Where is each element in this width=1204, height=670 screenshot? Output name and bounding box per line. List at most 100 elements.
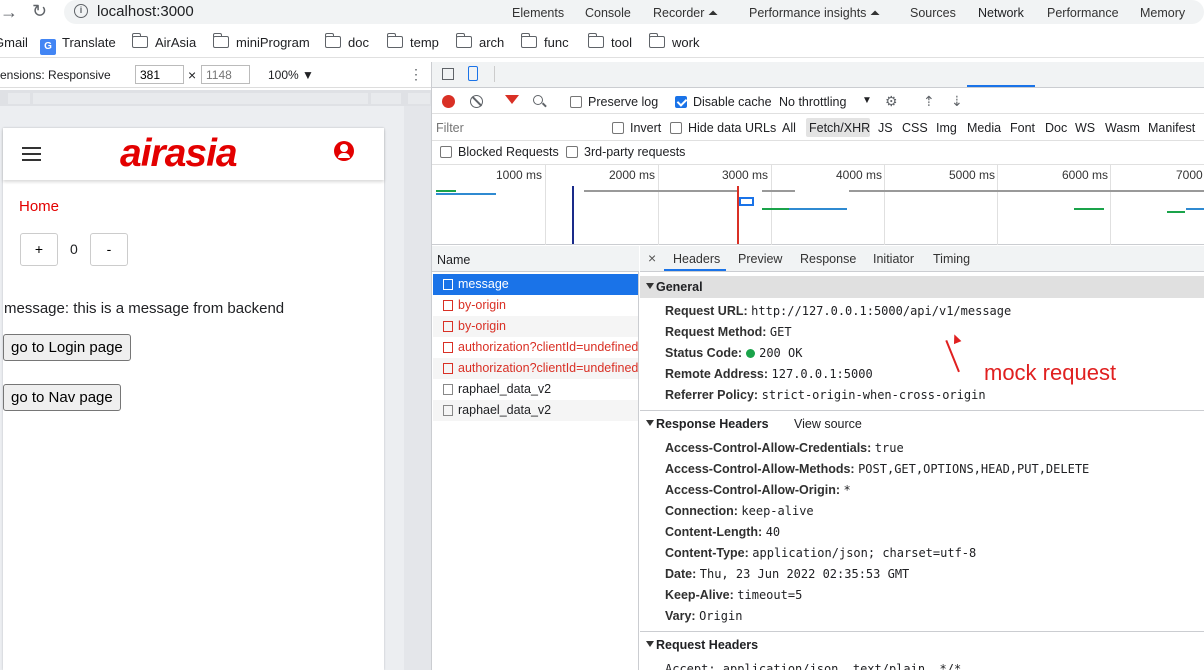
ruler-segment[interactable] [8,93,30,104]
inspect-element-icon[interactable] [442,68,454,80]
tab-sources[interactable]: Sources [910,6,956,20]
close-icon[interactable]: × [648,250,656,266]
more-options-icon[interactable]: ⋮ [409,66,423,83]
request-row[interactable]: authorization?clientId=undefined [433,358,638,379]
filter-type-wasm[interactable]: Wasm [1105,121,1140,135]
device-toggle-icon[interactable] [468,66,478,81]
decrement-button[interactable]: - [90,233,128,266]
bookmark-tool[interactable]: tool [587,33,632,50]
omnibox[interactable] [64,0,1204,24]
ruler-segment[interactable] [371,93,401,104]
search-icon[interactable] [533,95,543,105]
collapse-triangle-icon [646,283,654,289]
back-arrow-icon[interactable]: → [0,2,18,23]
device-height-input[interactable] [201,65,250,84]
filter-type-css[interactable]: CSS [902,121,928,135]
resize-gutter[interactable] [404,106,431,670]
dimension-separator: × [188,67,197,83]
url-text[interactable]: localhost:3000 [97,3,194,20]
filter-input[interactable] [436,119,598,137]
tab-timing[interactable]: Timing [933,252,970,266]
tab-initiator[interactable]: Initiator [873,252,914,266]
bookmark-func[interactable]: func [520,33,569,50]
airasia-logo[interactable]: airasia [120,132,238,176]
request-row[interactable]: by-origin [433,316,638,337]
preserve-log-checkbox[interactable] [570,96,582,108]
go-to-login-button[interactable]: go to Login page [3,334,131,361]
tab-preview[interactable]: Preview [738,252,782,266]
tab-performance-insights[interactable]: Performance insights ⏶ [749,6,880,21]
ruler-segment[interactable] [408,93,430,104]
device-width-input[interactable] [135,65,184,84]
filter-type-manifest[interactable]: Manifest [1148,121,1195,135]
filter-type-fetch-xhr[interactable]: Fetch/XHR [809,121,870,135]
filter-type-media[interactable]: Media [967,121,1001,135]
name-column-header[interactable]: Name [437,253,470,267]
tab-divider [494,66,495,82]
timeline-tick-label: 7000 [1176,168,1203,182]
bookmark-temp[interactable]: temp [386,33,439,50]
filter-type-js[interactable]: JS [878,121,893,135]
filter-type-all[interactable]: All [782,121,796,135]
filter-type-img[interactable]: Img [936,121,957,135]
site-info-icon[interactable]: i [74,4,88,18]
tab-elements[interactable]: Elements [512,6,564,20]
tab-recorder[interactable]: Recorder ⏶ [653,6,718,21]
tab-performance[interactable]: Performance [1047,6,1119,20]
disable-cache-checkbox[interactable] [675,96,687,108]
bookmark-translate[interactable]: G Translate [40,35,116,55]
reload-icon[interactable]: ↻ [32,1,47,22]
request-row[interactable]: by-origin [433,295,638,316]
google-translate-icon: G [40,39,56,55]
export-har-icon[interactable]: ⇣ [951,93,963,110]
header-row: Keep-Alive: timeout=5 [665,588,803,602]
filter-type-doc[interactable]: Doc [1045,121,1067,135]
invert-checkbox[interactable] [612,122,624,134]
network-conditions-icon[interactable]: ⚙ [885,93,898,110]
tab-memory[interactable]: Memory [1140,6,1185,20]
blocked-requests-checkbox[interactable] [440,146,452,158]
zoom-select[interactable]: 100% ▼ [268,68,314,82]
view-source-link[interactable]: View source [794,417,862,431]
tab-console[interactable]: Console [585,6,631,20]
request-row[interactable]: raphael_data_v2 [433,379,638,400]
section-divider [640,631,1204,632]
dimensions-select[interactable]: ensions: Responsive [0,68,111,82]
bookmark-gmail[interactable]: Gmail [0,35,28,50]
general-section-header[interactable]: General [640,276,1204,298]
document-icon [443,321,453,332]
ruler-segment[interactable] [33,93,368,104]
filter-icon[interactable] [505,95,519,104]
bookmark-airasia[interactable]: AirAsia [131,33,196,50]
hamburger-menu-icon[interactable] [22,147,41,161]
bookmark-miniprogram[interactable]: miniProgram [212,33,310,50]
request-headers-section-header[interactable]: Request Headers [640,634,1204,656]
bookmark-arch[interactable]: arch [455,33,504,50]
tab-response[interactable]: Response [800,252,856,266]
document-icon [443,300,453,311]
third-party-checkbox[interactable] [566,146,578,158]
filter-type-ws[interactable]: WS [1075,121,1095,135]
tab-network[interactable]: Network [978,6,1024,20]
throttling-select[interactable]: No throttling [779,95,846,109]
tab-headers[interactable]: Headers [673,252,720,266]
timeline-tick-label: 6000 ms [1062,168,1109,182]
increment-button[interactable]: + [20,233,58,266]
request-row[interactable]: message [433,274,638,295]
nav-home-link[interactable]: Home [19,198,59,215]
filter-type-font[interactable]: Font [1010,121,1035,135]
request-row[interactable]: raphael_data_v2 [433,400,638,421]
bookmark-work[interactable]: work [648,33,699,50]
clear-icon[interactable] [470,95,483,108]
response-headers-section-header[interactable]: Response Headers View source [640,413,1204,435]
import-har-icon[interactable]: ⇡ [923,93,935,110]
request-row[interactable]: authorization?clientId=undefined [433,337,638,358]
load-event-line [737,186,739,244]
hide-data-urls-checkbox[interactable] [670,122,682,134]
timeline-request-bar [584,190,739,192]
bookmark-doc[interactable]: doc [324,33,369,50]
throttling-dropdown-icon[interactable]: ▼ [862,95,872,106]
account-icon[interactable] [334,141,354,161]
record-icon[interactable] [442,95,455,108]
go-to-nav-button[interactable]: go to Nav page [3,384,121,411]
